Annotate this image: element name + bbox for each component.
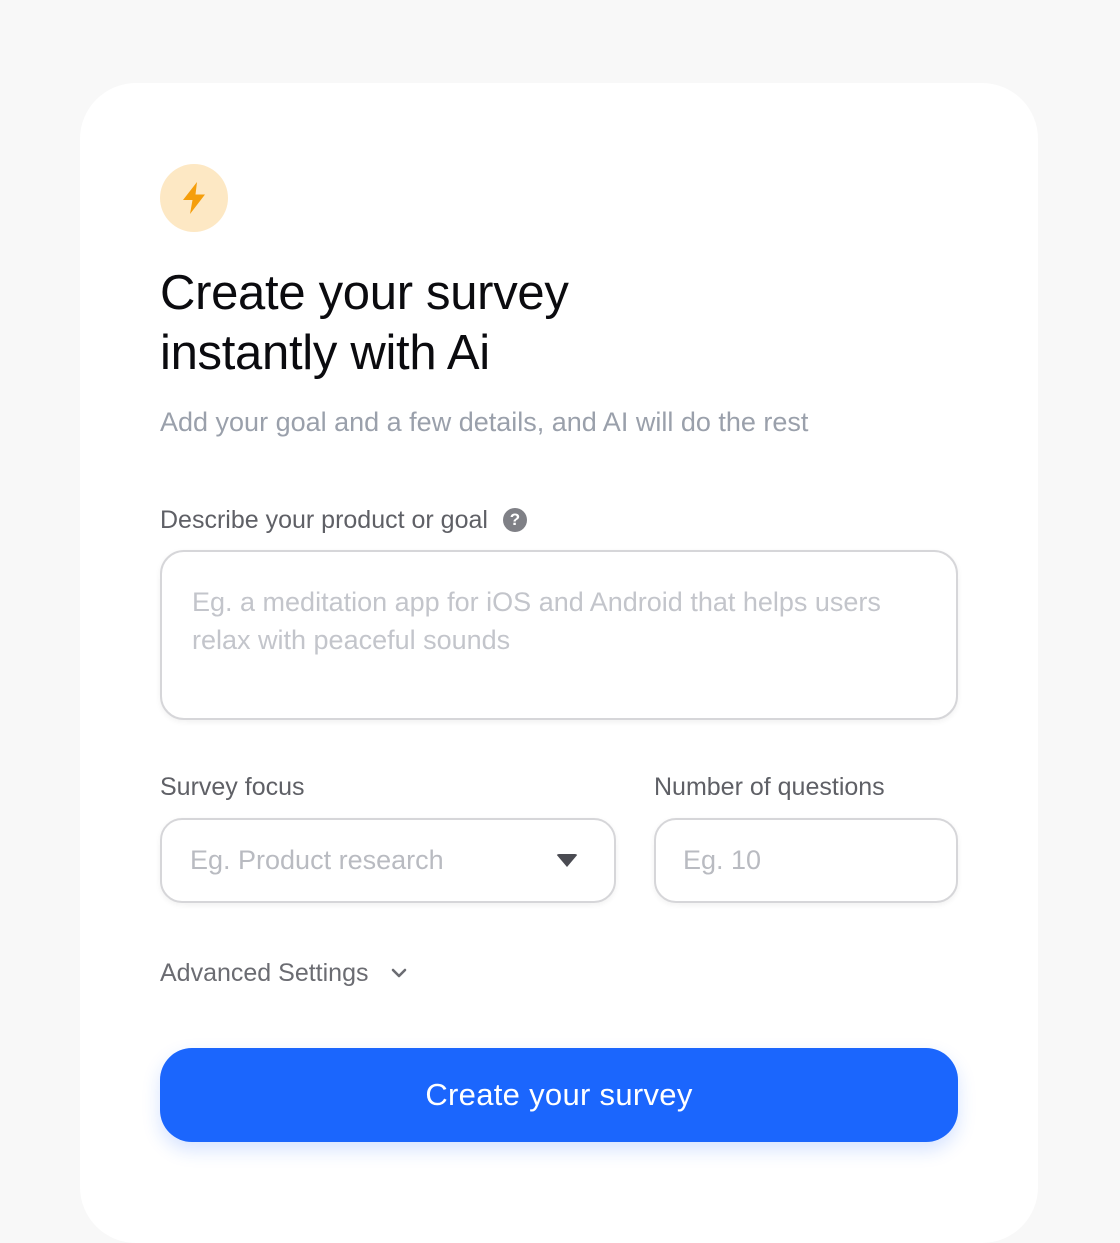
question-circle-icon[interactable]: ? xyxy=(502,508,527,532)
caret-down-icon xyxy=(556,854,578,867)
advanced-settings-label: Advanced Settings xyxy=(160,959,369,987)
survey-focus-label: Survey focus xyxy=(160,773,305,801)
lightning-bolt-icon xyxy=(179,181,209,215)
description-label-row: Describe your product or goal ? xyxy=(160,505,527,535)
create-survey-button[interactable]: Create your survey xyxy=(160,1048,958,1142)
lightning-badge xyxy=(160,164,228,232)
description-placeholder: Eg. a meditation app for iOS and Android… xyxy=(192,587,881,655)
chevron-down-icon xyxy=(368,967,408,979)
page-subtitle: Add your goal and a few details, and AI … xyxy=(160,407,809,437)
survey-focus-select[interactable]: Eg. Product research xyxy=(160,818,616,903)
page-title: Create your survey instantly with Ai xyxy=(160,266,569,380)
question-count-placeholder: Eg. 10 xyxy=(683,845,762,875)
description-textarea[interactable]: Eg. a meditation app for iOS and Android… xyxy=(160,550,958,720)
question-count-label: Number of questions xyxy=(654,773,885,801)
survey-focus-placeholder: Eg. Product research xyxy=(190,845,444,875)
advanced-settings-toggle[interactable]: Advanced Settings xyxy=(160,958,408,988)
question-count-input[interactable]: Eg. 10 xyxy=(654,818,958,903)
survey-card: Create your survey instantly with Ai Add… xyxy=(80,83,1038,1243)
description-label: Describe your product or goal xyxy=(160,506,488,534)
